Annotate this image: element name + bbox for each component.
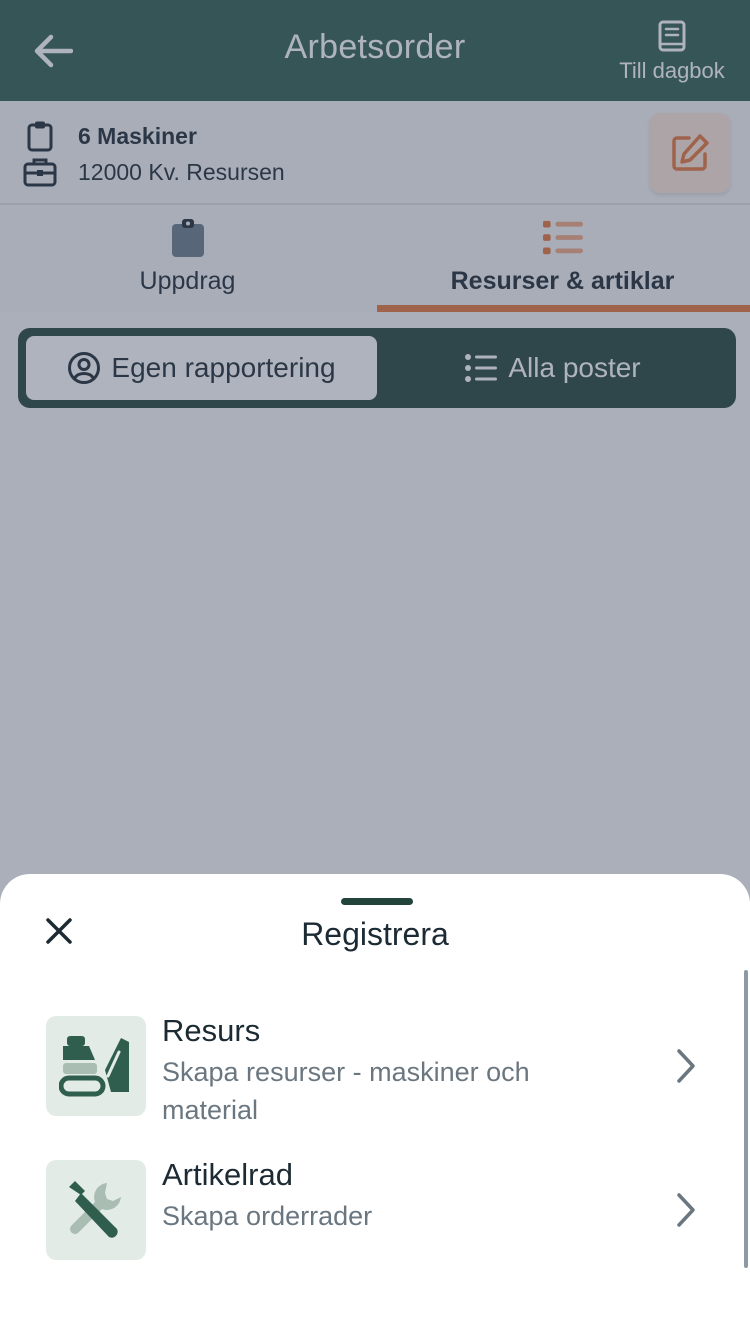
sheet-drag-handle[interactable] — [341, 898, 413, 905]
option-text: Resurs Skapa resurser - maskiner och mat… — [162, 1013, 622, 1146]
chevron-right-icon — [666, 1190, 706, 1230]
excavator-icon — [46, 1016, 146, 1116]
option-artikelrad[interactable]: Artikelrad Skapa orderrader — [46, 1157, 706, 1270]
option-resurs[interactable]: Resurs Skapa resurser - maskiner och mat… — [46, 1013, 706, 1146]
chevron-right-icon — [666, 1046, 706, 1086]
register-sheet: Registrera Resurs Skapa resurser - maski… — [0, 874, 750, 1334]
sheet-scrollbar[interactable] — [744, 970, 748, 1268]
option-subtitle: Skapa resurser - maskiner och material — [162, 1057, 530, 1125]
option-text: Artikelrad Skapa orderrader — [162, 1157, 622, 1270]
option-subtitle: Skapa orderrader — [162, 1201, 373, 1231]
option-title: Artikelrad — [162, 1157, 293, 1192]
option-title: Resurs — [162, 1013, 261, 1048]
sheet-title: Registrera — [301, 916, 449, 952]
tools-icon — [46, 1160, 146, 1260]
